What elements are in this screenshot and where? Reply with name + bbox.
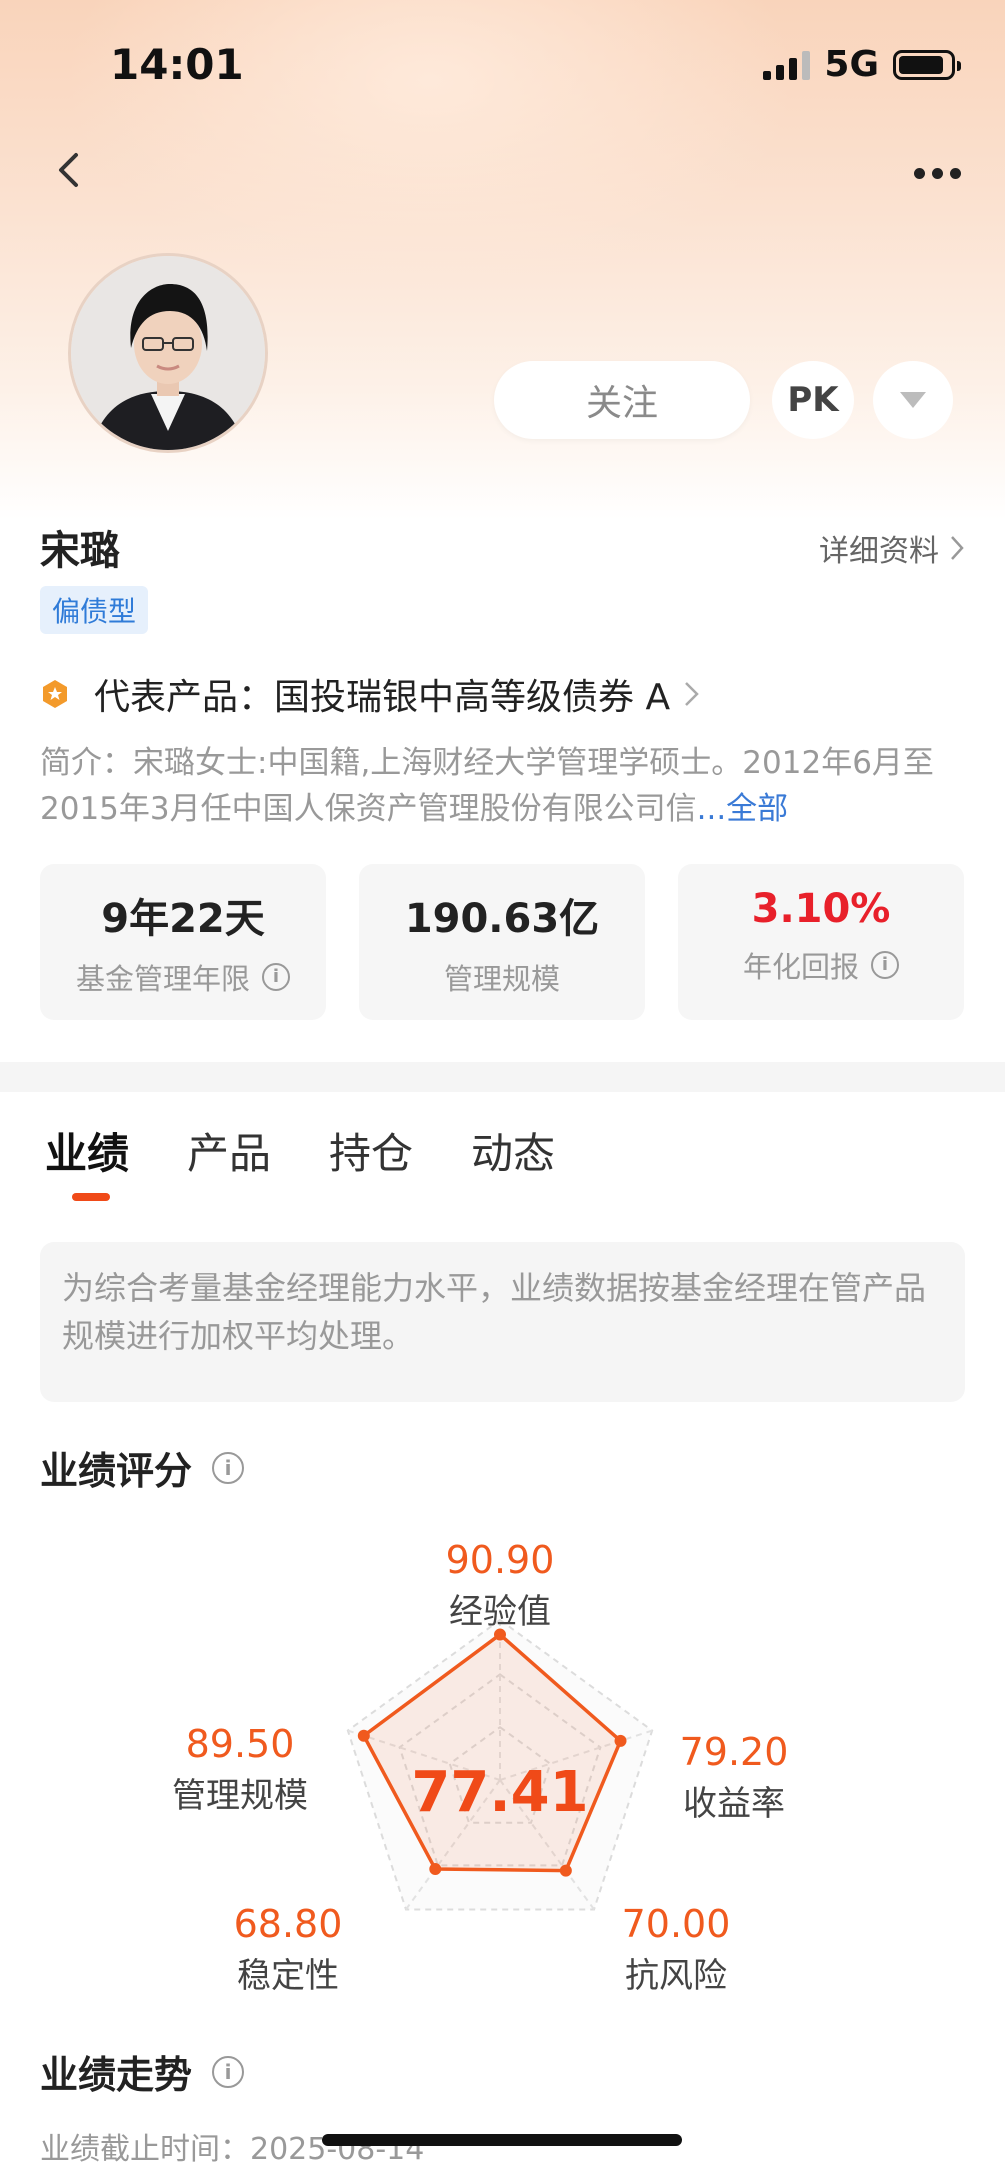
radar-point-1 <box>614 1734 627 1747</box>
score-value: 90.90 <box>445 1538 555 1582</box>
score-label: 稳定性 <box>237 1956 339 1996</box>
tab-news[interactable]: 动态 <box>471 1120 555 1181</box>
radar-label-aum: 89.50 管理规模 <box>140 1722 340 1817</box>
score-label: 收益率 <box>683 1784 785 1824</box>
stat-label: 基金管理年限 <box>75 962 250 996</box>
trend-title-label: 业绩走势 <box>40 2053 193 2097</box>
network-type: 5G <box>824 44 879 85</box>
back-arrow-icon[interactable] <box>52 152 88 188</box>
score-value: 70.00 <box>621 1902 731 1946</box>
section-divider <box>0 1062 1005 1092</box>
stat-value: 9年22天 <box>101 896 265 942</box>
status-icons: 5G <box>763 44 961 85</box>
weighting-notice: 为综合考量基金经理能力水平，业绩数据按基金经理在管产品规模进行加权平均处理。 <box>40 1242 965 1402</box>
score-section-title: 业绩评分 i <box>40 1440 245 1495</box>
score-label: 经验值 <box>449 1592 551 1632</box>
score-value: 79.20 <box>679 1730 789 1774</box>
intro-expand-link[interactable]: ...全部 <box>697 791 789 827</box>
radar-point-2 <box>559 1864 572 1877</box>
radar-label-return: 79.20 收益率 <box>634 1730 834 1825</box>
chevron-right-icon <box>685 682 699 706</box>
dropdown-button[interactable] <box>873 361 953 439</box>
stat-card-aum: 190.63亿 管理规模 <box>359 864 645 1020</box>
stat-label: 管理规模 <box>443 962 560 996</box>
avatar <box>68 253 268 453</box>
home-indicator <box>322 2134 682 2146</box>
radar-point-3 <box>429 1863 442 1876</box>
representative-product-label: 代表产品：国投瑞银中高等级债券 A <box>94 677 671 718</box>
score-title-label: 业绩评分 <box>40 1449 193 1493</box>
radar-point-4 <box>357 1729 370 1742</box>
radar-label-risk: 70.00 抗风险 <box>576 1902 776 1997</box>
medal-badge-icon <box>43 680 67 708</box>
intro-text: 简介：宋璐女士:中国籍,上海财经大学管理学硕士。2012年6月至2015年3月任… <box>40 745 934 827</box>
info-icon[interactable]: i <box>871 951 899 979</box>
score-label: 抗风险 <box>625 1956 727 1996</box>
stat-label: 年化回报 <box>742 950 859 984</box>
info-icon[interactable]: i <box>262 963 290 991</box>
stat-value: 190.63亿 <box>404 896 600 942</box>
cutoff-date: 业绩截止时间：2025-08-14 <box>40 2132 425 2167</box>
score-value: 89.50 <box>185 1722 295 1766</box>
info-icon[interactable]: i <box>212 1451 245 1484</box>
detail-link-label: 详细资料 <box>819 534 939 569</box>
signal-icon <box>763 50 811 80</box>
manager-intro: 简介：宋璐女士:中国籍,上海财经大学管理学硕士。2012年6月至2015年3月任… <box>40 740 965 832</box>
total-score: 77.41 <box>411 1760 589 1825</box>
tab-performance[interactable]: 业绩 <box>45 1120 129 1181</box>
more-options-icon[interactable] <box>914 168 961 179</box>
representative-product[interactable]: 代表产品：国投瑞银中高等级债券 A <box>40 668 702 720</box>
stat-card-return: 3.10% 年化回报 i <box>678 864 964 1020</box>
stat-value: 3.10% <box>751 886 891 932</box>
follow-button[interactable]: 关注 <box>494 361 750 439</box>
trend-section-title: 业绩走势 i <box>40 2044 245 2099</box>
manager-name: 宋璐 <box>40 528 120 574</box>
score-label: 管理规模 <box>172 1776 308 1816</box>
chevron-right-icon <box>951 536 964 560</box>
tab-holdings[interactable]: 持仓 <box>329 1120 413 1181</box>
status-time: 14:01 <box>110 40 244 89</box>
pk-button[interactable]: PK <box>772 361 854 439</box>
info-icon[interactable]: i <box>212 2055 245 2088</box>
score-value: 68.80 <box>233 1902 343 1946</box>
radar-label-experience: 90.90 经验值 <box>400 1538 600 1633</box>
fund-type-tag: 偏债型 <box>40 586 149 634</box>
radar-label-stability: 68.80 稳定性 <box>188 1902 388 1997</box>
triangle-down-icon <box>900 392 926 408</box>
stat-card-tenure: 9年22天 基金管理年限 i <box>40 864 326 1020</box>
battery-icon <box>893 49 961 80</box>
tab-bar: 业绩 产品 持仓 动态 <box>45 1120 555 1181</box>
detail-link[interactable]: 详细资料 <box>819 526 965 570</box>
active-tab-indicator <box>72 1193 110 1201</box>
tab-products[interactable]: 产品 <box>187 1120 271 1181</box>
